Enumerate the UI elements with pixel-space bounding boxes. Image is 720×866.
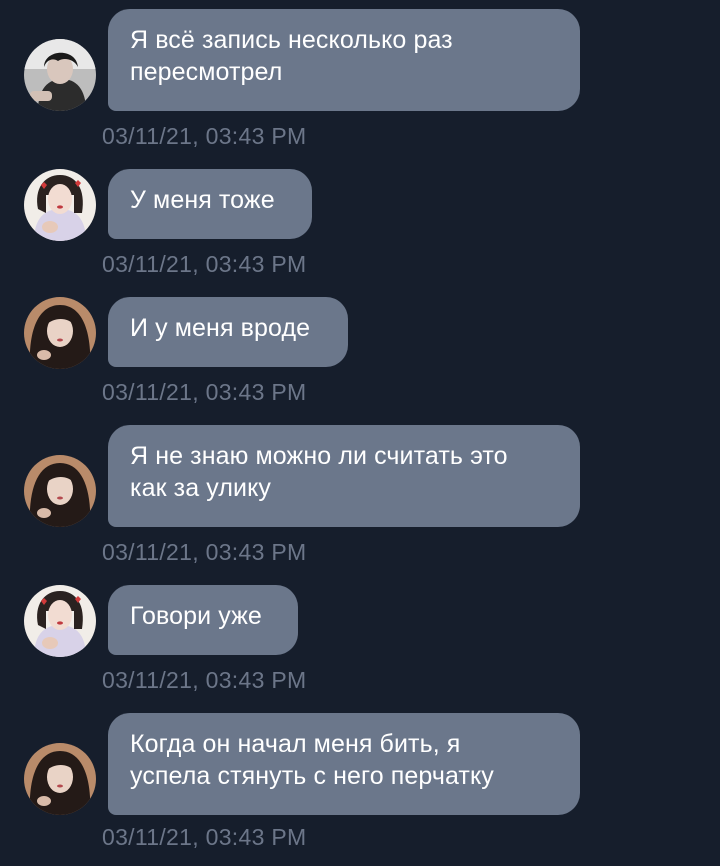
message-text: Говори уже [130,602,262,630]
message-text: Я не знаю можно ли считать это [130,442,508,470]
user-avatar[interactable] [24,39,96,111]
message-text: успела стянуть с него перчатку [130,762,494,790]
user-avatar[interactable] [24,169,96,241]
user-avatar[interactable] [24,297,96,369]
message-bubble[interactable]: Говори уже [108,585,298,655]
message-text: И у меня вроде [130,314,311,342]
message-text: пересмотрел [130,58,283,86]
avatar-girl-hearts-icon [24,169,96,241]
user-avatar[interactable] [24,743,96,815]
message-timestamp: 03/11/21, 03:43 PM [102,667,307,693]
message-timestamp: 03/11/21, 03:43 PM [102,379,307,405]
message-text: У меня тоже [130,186,275,214]
avatar-girl-long-hair-icon [24,297,96,369]
message-timestamp: 03/11/21, 03:43 PM [102,539,307,565]
message-timestamp: 03/11/21, 03:43 PM [102,123,307,149]
avatar-girl-long-hair-icon [24,743,96,815]
chat-message-list: Я всё запись несколько раз пересмотрел 0… [0,0,720,866]
message-bubble[interactable]: Я не знаю можно ли считать это как за ул… [108,425,580,527]
message-timestamp: 03/11/21, 03:43 PM [102,824,307,850]
message-bubble[interactable]: Когда он начал меня бить, я успела стяну… [108,713,580,815]
message-bubble[interactable]: И у меня вроде [108,297,348,367]
message-timestamp: 03/11/21, 03:43 PM [102,251,307,277]
message-text: как за улику [130,474,272,502]
message-bubble[interactable]: Я всё запись несколько раз пересмотрел [108,9,580,111]
avatar-girl-long-hair-icon [24,455,96,527]
avatar-girl-hearts-icon [24,585,96,657]
message-text: Я всё запись несколько раз [130,26,453,54]
user-avatar[interactable] [24,455,96,527]
user-avatar[interactable] [24,585,96,657]
avatar-boy-icon [24,39,96,111]
message-bubble[interactable]: У меня тоже [108,169,312,239]
message-text: Когда он начал меня бить, я [130,730,461,758]
